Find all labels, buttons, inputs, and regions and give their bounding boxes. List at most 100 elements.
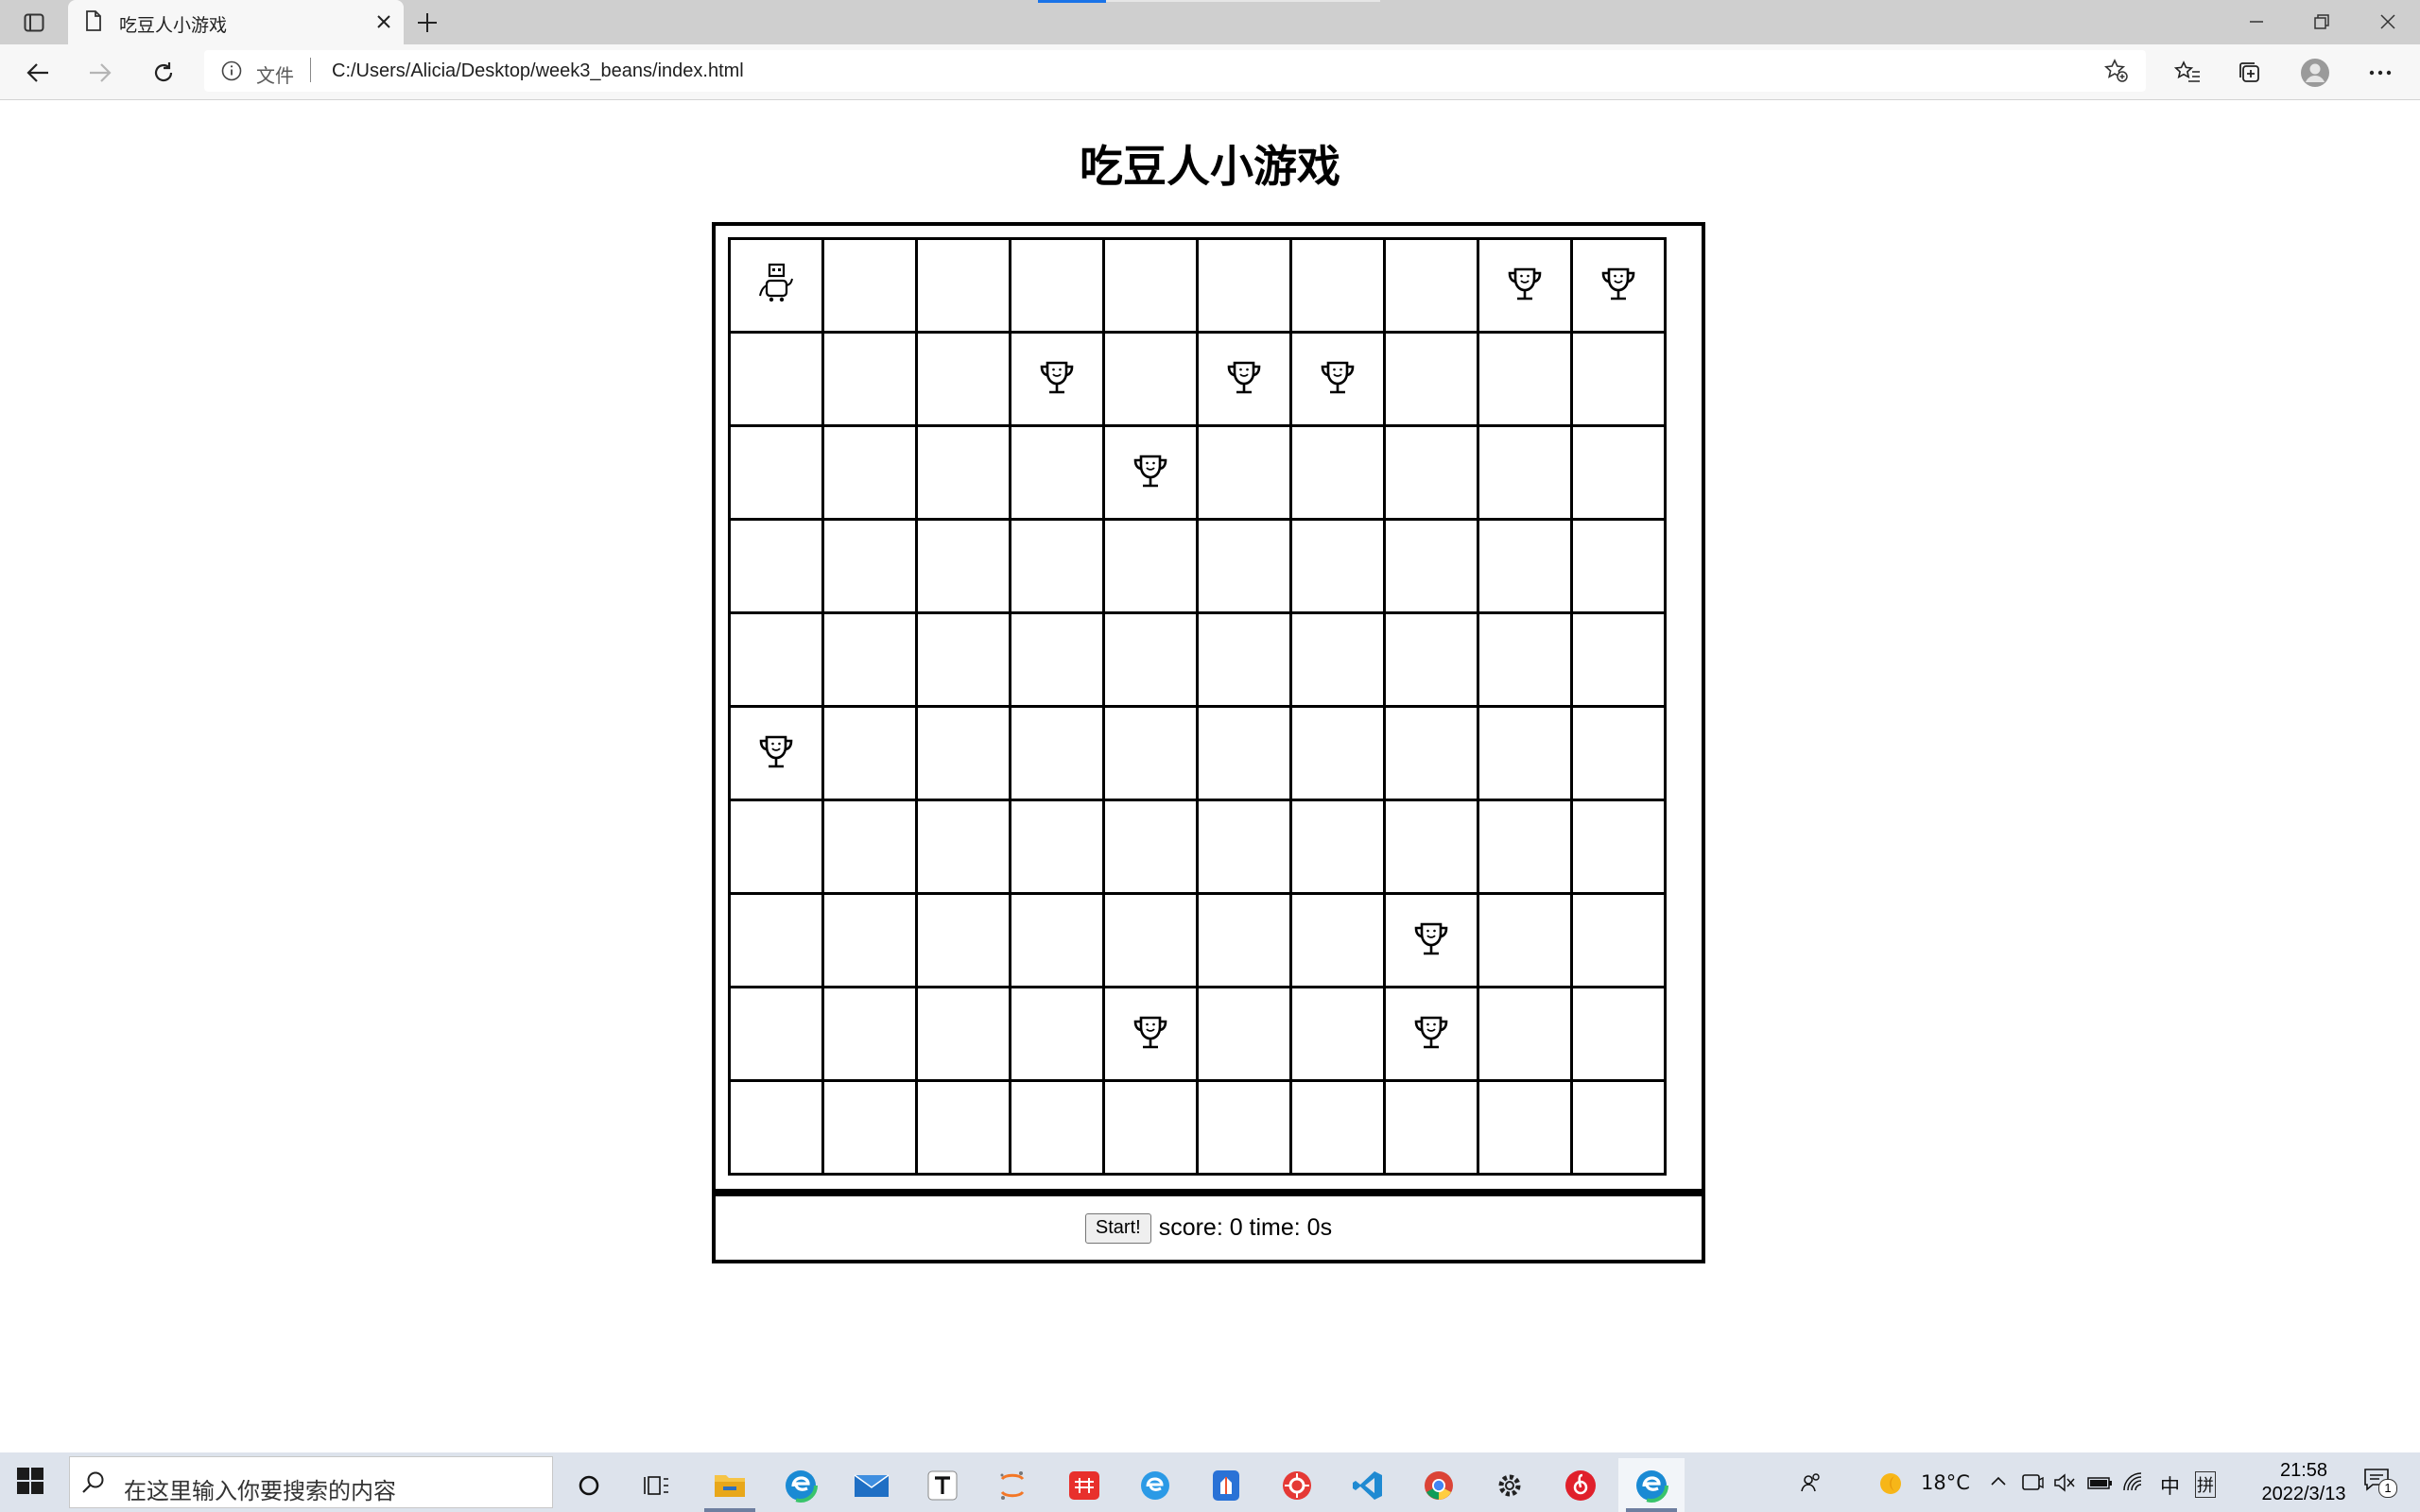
app-red-icon — [1283, 1470, 1311, 1500]
cortana-button[interactable] — [556, 1458, 622, 1512]
board-cell — [1199, 801, 1292, 895]
taskbar-search-input[interactable]: 在这里输入你要搜索的内容 — [69, 1456, 553, 1508]
board-cell — [1292, 1082, 1386, 1176]
windows-start-icon[interactable] — [17, 1468, 43, 1494]
notifications-button[interactable]: 1 — [2360, 1466, 2397, 1500]
board-cell — [1011, 708, 1105, 801]
board-cell — [1292, 334, 1386, 427]
board-cell — [1479, 708, 1573, 801]
board-cell — [824, 1082, 918, 1176]
tab-title: 吃豆人小游戏 — [119, 15, 228, 36]
board-cell — [1011, 240, 1105, 334]
cortana-icon — [579, 1475, 599, 1495]
netease-music-icon — [1565, 1469, 1596, 1501]
file-explorer-button[interactable] — [697, 1458, 763, 1512]
more-options-button[interactable] — [2365, 58, 2395, 88]
address-scheme: 文件 — [256, 64, 294, 87]
new-tab-icon[interactable] — [416, 11, 439, 34]
forward-button[interactable] — [85, 58, 115, 88]
board-cell — [918, 334, 1011, 427]
weather-sun-icon[interactable] — [1877, 1470, 1904, 1497]
board-cell — [1386, 521, 1479, 614]
search-icon — [82, 1471, 104, 1493]
settings-icon — [1498, 1474, 1521, 1496]
address-url[interactable]: C:/Users/Alicia/Desktop/week3_beans/inde… — [332, 60, 744, 82]
volume-muted-icon[interactable] — [2053, 1472, 2076, 1493]
board-cell — [1479, 614, 1573, 708]
youdao-button[interactable] — [1051, 1458, 1117, 1512]
wifi-icon[interactable] — [2121, 1471, 2144, 1494]
clock-date[interactable]: 2022/3/13 — [2240, 1484, 2367, 1505]
edge-legacy-button[interactable] — [768, 1458, 834, 1512]
arrow-left-icon — [26, 63, 48, 82]
meet-now-icon[interactable] — [2021, 1471, 2044, 1494]
collections-button[interactable] — [2235, 58, 2265, 88]
board-cell — [1479, 988, 1573, 1082]
board-cell — [1386, 801, 1479, 895]
app-red-button[interactable] — [1264, 1458, 1330, 1512]
restore-icon — [2314, 14, 2329, 29]
vscode-button[interactable] — [1335, 1458, 1401, 1512]
info-icon[interactable] — [221, 60, 242, 81]
jupyter-button[interactable] — [979, 1458, 1046, 1512]
board-cell — [731, 521, 824, 614]
profile-button[interactable] — [2300, 58, 2330, 88]
taskbar: 在这里输入你要搜索的内容 18°C 中 拼 21:58 2022/3/13 1 — [0, 1452, 2420, 1512]
netease-music-button[interactable] — [1547, 1458, 1614, 1512]
chrome-button[interactable] — [1406, 1458, 1472, 1512]
favorites-button[interactable] — [2172, 58, 2203, 88]
back-button[interactable] — [23, 58, 53, 88]
board-cell — [1573, 988, 1667, 1082]
trophy-icon — [1225, 358, 1263, 401]
board-cell — [1479, 1082, 1573, 1176]
board-cell — [824, 334, 918, 427]
add-favorite-icon[interactable] — [2104, 59, 2129, 83]
refresh-button[interactable] — [148, 58, 179, 88]
board-cell — [1479, 801, 1573, 895]
start-button[interactable]: Start! — [1084, 1212, 1151, 1244]
board-cell — [1292, 708, 1386, 801]
edge-active-button[interactable] — [1618, 1458, 1685, 1512]
address-bar[interactable]: 文件 C:/Users/Alicia/Desktop/week3_beans/i… — [204, 50, 2146, 92]
board-cell — [1292, 521, 1386, 614]
app-button[interactable] — [1193, 1458, 1259, 1512]
board-cell — [731, 1082, 824, 1176]
board-cell — [731, 240, 824, 334]
close-window-button[interactable] — [2374, 9, 2402, 34]
board-cell — [1105, 708, 1199, 801]
board-cell — [1105, 988, 1199, 1082]
file-explorer-icon — [715, 1474, 745, 1497]
task-view-button[interactable] — [624, 1458, 690, 1512]
ie-icon — [1141, 1470, 1169, 1500]
tab-actions-icon — [24, 13, 44, 31]
tab-actions-button[interactable] — [0, 0, 68, 44]
restore-button[interactable] — [2308, 9, 2336, 34]
ie-button[interactable] — [1122, 1458, 1188, 1512]
ime-pinyin[interactable]: 拼 — [2195, 1471, 2216, 1498]
mail-icon — [854, 1473, 890, 1497]
chevron-up-icon[interactable] — [1990, 1475, 2007, 1486]
task-view-icon — [644, 1475, 668, 1495]
minimize-button[interactable] — [2242, 9, 2271, 34]
arrow-right-icon — [90, 63, 112, 82]
ime-mode[interactable]: 中 — [2160, 1471, 2180, 1500]
close-tab-icon[interactable] — [375, 13, 392, 30]
board-cell — [1199, 1082, 1292, 1176]
battery-icon[interactable] — [2086, 1472, 2113, 1493]
trophy-icon — [1412, 919, 1450, 962]
clock-time[interactable]: 21:58 — [2266, 1460, 2342, 1482]
status-text: score: 0 time: 0s — [1158, 1214, 1333, 1241]
browser-tab[interactable]: 吃豆人小游戏 — [68, 0, 404, 44]
weather-temperature[interactable]: 18°C — [1921, 1471, 1970, 1494]
mail-button[interactable] — [838, 1458, 905, 1512]
board-cell — [1479, 895, 1573, 988]
people-icon[interactable] — [1800, 1471, 1823, 1494]
settings-button[interactable] — [1477, 1458, 1543, 1512]
typora-button[interactable] — [909, 1458, 976, 1512]
board-cell — [1386, 708, 1479, 801]
trophy-icon — [757, 732, 795, 775]
typora-icon — [927, 1470, 958, 1500]
board-cell — [1199, 988, 1292, 1082]
board-cell — [1105, 801, 1199, 895]
board-cell — [824, 801, 918, 895]
